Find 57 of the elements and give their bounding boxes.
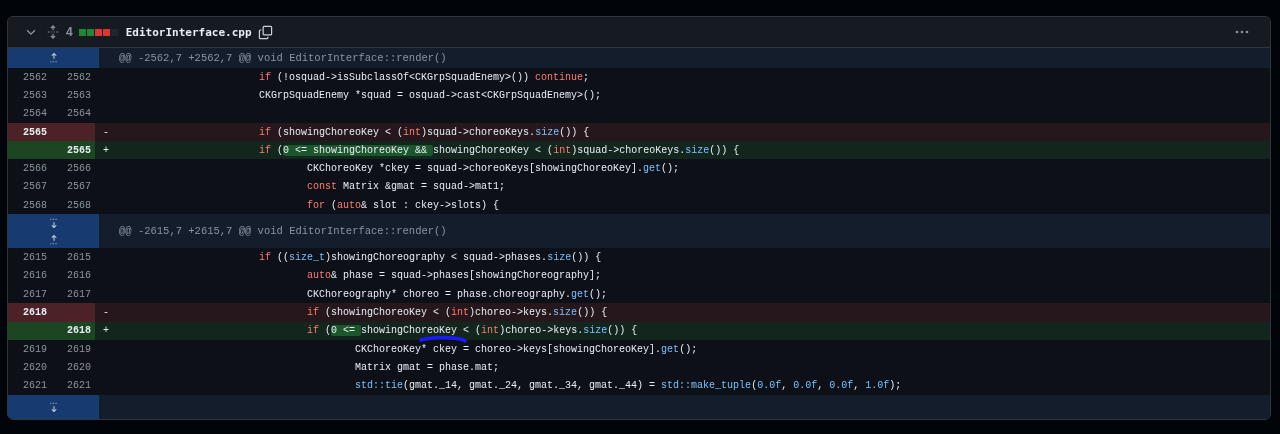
- code-line: CKChoreoKey* ckey = choreo->keys[showingChoreoKey].get();: [354, 343, 698, 355]
- diff-sign: -: [102, 305, 110, 320]
- line-number: 2619: [66, 342, 92, 357]
- line-number: 2566: [66, 162, 92, 177]
- line-number: 2563: [22, 88, 48, 103]
- line-number: 2618: [8, 303, 51, 322]
- code-line: CKChoreoKey *ckey = squad->choreoKeys[showingChoreoKey].get();: [306, 163, 680, 175]
- line-number: 2562: [66, 70, 92, 85]
- line-number: 2565: [8, 122, 51, 142]
- copy-icon[interactable]: [257, 24, 273, 40]
- code-line: if (0 <= showingChoreoKey && showingChoreoKey < (int)squad->choreoKeys.size()) {: [258, 144, 740, 156]
- unfold-icon[interactable]: [46, 25, 60, 39]
- code-line: const Matrix &gmat = squad->mat1;: [306, 181, 506, 193]
- line-number: 2567: [66, 180, 92, 195]
- hunk-header: @@ -2615,7 +2615,7 @@ void EditorInterface::render(): [118, 224, 448, 240]
- line-number: 2621: [22, 379, 48, 394]
- diff-sign: +: [102, 143, 110, 158]
- code-line: if (!osquad->isSubclassOf<CKGrpSquadEnemy>()) continue;: [258, 71, 590, 83]
- line-number: 2620: [22, 360, 48, 375]
- line-number: 2566: [22, 162, 48, 177]
- hunk-header: @@ -2562,7 +2562,7 @@ void EditorInterface::render(): [118, 51, 448, 66]
- code-line: CKGrpSquadEnemy *squad = osquad->cast<CKGrpSquadEnemy>();: [258, 89, 602, 101]
- code-line: Matrix gmat = phase.mat;: [354, 361, 500, 373]
- code-line: if (showingChoreoKey < (int)squad->choreoKeys.size()) {: [258, 126, 590, 138]
- line-number: 2617: [22, 287, 48, 302]
- line-number: 2616: [22, 269, 48, 284]
- code-line: auto& phase = squad->phases[showingChoreography];: [306, 270, 602, 282]
- line-number: 2621: [66, 379, 92, 394]
- code-line: if (0 <= showingChoreoKey < (int)choreo->keys.size()) {: [306, 325, 638, 337]
- diff-sign: +: [102, 324, 110, 339]
- line-number: 2617: [66, 287, 92, 302]
- expand-up-icon: [47, 52, 60, 64]
- code-line: if ((size_t)showingChoreography < squad->phases.size()) {: [258, 252, 602, 263]
- code-line: std::tie(gmat._14, gmat._24, gmat._34, gmat._44) = std::make_tuple(0.0f, 0.0f, 0.0f, 1.0f);: [354, 380, 902, 392]
- line-number: 2565: [51, 141, 95, 160]
- expand-down-icon: [47, 400, 60, 413]
- line-number: 2564: [22, 107, 48, 122]
- code-line: if (showingChoreoKey < (int)choreo->keys.size()) {: [306, 306, 608, 318]
- line-number: 2619: [22, 342, 48, 357]
- line-number: 2616: [66, 269, 92, 284]
- code-line: CKChoreography* choreo = phase.choreography.get();: [306, 288, 608, 300]
- file-name-link[interactable]: EditorInterface.cpp: [125, 25, 252, 39]
- diff-sign: -: [102, 125, 110, 140]
- line-number: 2568: [66, 198, 92, 213]
- change-count: 4: [66, 25, 73, 39]
- line-number: 2563: [66, 88, 92, 103]
- line-number: 2615: [66, 251, 92, 265]
- expand-down-icon: [47, 216, 60, 229]
- expand-up-icon: [47, 233, 60, 246]
- line-number: 2562: [22, 70, 48, 85]
- line-number: 2564: [66, 107, 92, 122]
- line-number: 2620: [66, 360, 92, 375]
- line-number: 2615: [22, 251, 48, 265]
- line-number: 2568: [22, 198, 48, 213]
- pen-scribble: [419, 334, 467, 343]
- line-number: 2567: [22, 180, 48, 195]
- code-line: for (auto& slot : ckey->slots) {: [306, 199, 500, 211]
